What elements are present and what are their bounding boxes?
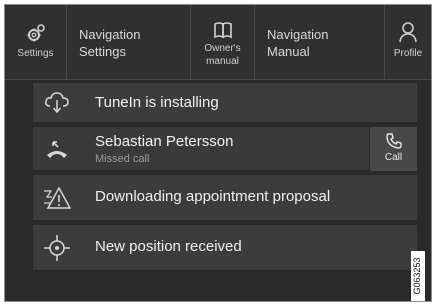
navigation-manual-button[interactable]: Navigation Manual [255, 5, 385, 79]
call-label: Call [384, 152, 403, 163]
owners-manual-label: Owner's manual [204, 43, 241, 67]
person-icon [385, 21, 431, 43]
profile-button[interactable]: Profile [385, 5, 431, 79]
position-target-icon [41, 232, 73, 264]
book-icon [191, 21, 254, 43]
notification-title: TuneIn is installing [95, 94, 219, 111]
notification-title: Downloading appointment proposal [95, 188, 331, 205]
warning-triangle-icon [41, 182, 73, 214]
notification-title: Sebastian Petersson [95, 133, 234, 150]
settings-label: Settings [17, 48, 54, 59]
missed-call-icon [41, 133, 73, 165]
notification-tunein[interactable]: TuneIn is installing [33, 83, 417, 123]
center-display: Settings Navigation Settings Owner's man… [4, 4, 432, 302]
cloud-download-icon [41, 87, 73, 119]
phone-icon [370, 133, 417, 149]
navigation-settings-button[interactable]: Navigation Settings [67, 5, 191, 79]
gear-icon [5, 23, 66, 45]
navigation-manual-label: Navigation Manual [267, 27, 329, 59]
notification-appointment[interactable]: Downloading appointment proposal [33, 175, 417, 221]
notification-subtitle: Missed call [95, 153, 150, 165]
image-code: G063253 [412, 257, 422, 295]
owners-manual-button[interactable]: Owner's manual [191, 5, 255, 79]
top-bar: Settings Navigation Settings Owner's man… [5, 5, 431, 80]
notification-list: TuneIn is installing Sebastian Petersson… [33, 83, 417, 277]
settings-button[interactable]: Settings [5, 5, 67, 79]
notification-title: New position received [95, 238, 242, 255]
call-button[interactable]: Call [369, 127, 417, 171]
profile-label: Profile [393, 48, 423, 59]
navigation-settings-label: Navigation Settings [79, 27, 141, 59]
notification-missed-call[interactable]: Sebastian Petersson Missed call Call [33, 127, 417, 171]
notification-position[interactable]: New position received [33, 225, 417, 271]
